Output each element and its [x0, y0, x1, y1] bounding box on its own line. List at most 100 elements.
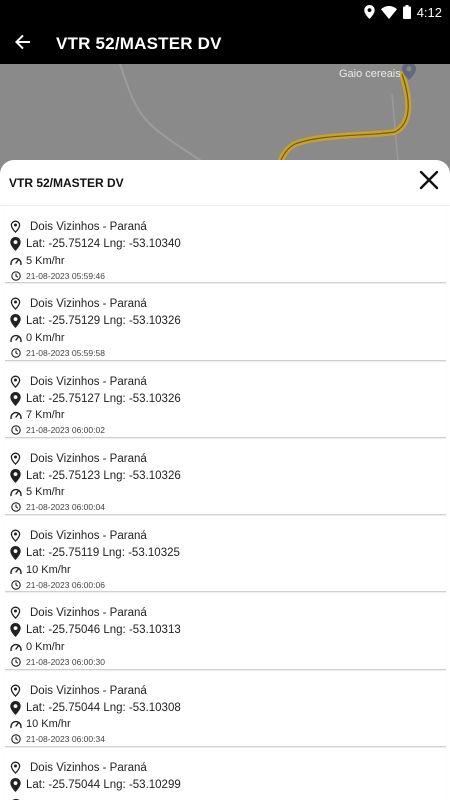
- coords-row: Lat: -25.75119 Lng: -53.10325: [9, 545, 446, 561]
- place-text: Dois Vizinhos - Paraná: [30, 762, 147, 775]
- place-row: Dois Vizinhos - Paraná: [9, 295, 446, 313]
- place-text: Dois Vizinhos - Paraná: [30, 684, 147, 697]
- location-icon: [363, 5, 375, 19]
- speed-text: 10 Km/hr: [26, 718, 71, 731]
- time-text: 21-08-2023 06:00:06: [26, 579, 105, 590]
- coords-row: Lat: -25.75129 Lng: -53.10326: [9, 313, 446, 329]
- pin-outline-icon: [9, 297, 22, 311]
- clock-icon: [9, 734, 22, 745]
- map-place-label[interactable]: Gaio cereais: [339, 68, 401, 80]
- speed-row: 5 Km/hr: [9, 252, 446, 269]
- history-item[interactable]: Dois Vizinhos - Paraná Lat: -25.75119 Ln…: [5, 515, 446, 593]
- speed-row: 7 Km/hr: [9, 407, 446, 424]
- battery-icon: [402, 5, 411, 19]
- coords-row: Lat: -25.75044 Lng: -53.10308: [9, 700, 446, 716]
- close-button[interactable]: [414, 168, 444, 198]
- sheet-header: VTR 52/MASTER DV: [0, 160, 450, 206]
- history-item[interactable]: Dois Vizinhos - Paraná Lat: -25.75129 Ln…: [5, 283, 446, 361]
- coords-row: Lat: -25.75127 Lng: -53.10326: [9, 391, 446, 407]
- pin-icon: [9, 391, 22, 406]
- speed-text: 10 Km/hr: [26, 563, 71, 576]
- app-bar: VTR 52/MASTER DV: [0, 24, 450, 64]
- history-item[interactable]: Dois Vizinhos - Paraná Lat: -25.75123 Ln…: [5, 438, 446, 516]
- coords-row: Lat: -25.75046 Lng: -53.10313: [9, 622, 446, 638]
- pin-icon: [9, 623, 22, 638]
- sheet-title: VTR 52/MASTER DV: [9, 175, 124, 190]
- speed-text: 7 Km/hr: [26, 409, 65, 422]
- clock-icon: [9, 657, 22, 667]
- history-list[interactable]: Dois Vizinhos - Paraná Lat: -25.75124 Ln…: [0, 206, 450, 800]
- place-row: Dois Vizinhos - Paraná: [9, 759, 446, 777]
- place-row: Dois Vizinhos - Paraná: [9, 218, 446, 236]
- speedometer-icon: [9, 797, 22, 800]
- speedometer-icon: [9, 565, 22, 575]
- pin-icon: [9, 778, 22, 793]
- speedometer-icon: [9, 487, 22, 497]
- status-bar: 4:12: [0, 0, 450, 24]
- time-row: 21-08-2023 06:00:06: [9, 578, 446, 591]
- pin-outline-icon: [9, 375, 22, 389]
- history-item[interactable]: Dois Vizinhos - Paraná Lat: -25.75127 Ln…: [5, 361, 446, 438]
- pin-icon: [9, 314, 22, 329]
- pin-icon: [9, 468, 22, 483]
- close-icon: [419, 170, 439, 195]
- place-row: Dois Vizinhos - Paraná: [9, 604, 446, 622]
- speed-text: 5 Km/hr: [26, 254, 65, 267]
- speed-row: 5 Km/hr: [9, 484, 446, 501]
- time-text: 21-08-2023 05:59:46: [26, 270, 105, 281]
- pin-outline-icon: [9, 761, 22, 775]
- clock-icon: [9, 270, 22, 281]
- speed-row: [9, 793, 446, 800]
- history-item[interactable]: Dois Vizinhos - Paraná Lat: -25.75044 Ln…: [5, 670, 446, 748]
- place-row: Dois Vizinhos - Paraná: [9, 527, 446, 545]
- back-button[interactable]: [0, 24, 46, 64]
- speed-row: 0 Km/hr: [9, 329, 446, 346]
- coords-text: Lat: -25.75127 Lng: -53.10326: [26, 392, 181, 405]
- time-row: 21-08-2023 05:59:58: [9, 346, 446, 359]
- pin-icon: [9, 546, 22, 561]
- pin-outline-icon: [9, 684, 22, 698]
- pin-outline-icon: [9, 606, 22, 620]
- place-text: Dois Vizinhos - Paraná: [30, 375, 147, 388]
- time-text: 21-08-2023 06:00:30: [26, 656, 105, 667]
- speedometer-icon: [9, 333, 22, 343]
- place-text: Dois Vizinhos - Paraná: [30, 530, 147, 543]
- pin-outline-icon: [9, 529, 22, 543]
- time-row: 21-08-2023 06:00:30: [9, 655, 446, 668]
- status-time: 4:12: [416, 4, 442, 20]
- pin-icon: [9, 700, 22, 715]
- coords-row: Lat: -25.75044 Lng: -53.10299: [9, 777, 446, 793]
- time-text: 21-08-2023 05:59:58: [26, 347, 105, 358]
- place-text: Dois Vizinhos - Paraná: [30, 607, 147, 620]
- clock-icon: [9, 348, 22, 358]
- pin-outline-icon: [9, 220, 22, 234]
- coords-text: Lat: -25.75044 Lng: -53.10308: [26, 701, 181, 714]
- speed-text: 5 Km/hr: [26, 486, 65, 499]
- history-item[interactable]: Dois Vizinhos - Paraná Lat: -25.75046 Ln…: [5, 592, 446, 670]
- place-text: Dois Vizinhos - Paraná: [30, 221, 147, 233]
- speedometer-icon: [9, 642, 22, 652]
- coords-text: Lat: -25.75129 Lng: -53.10326: [26, 315, 181, 328]
- coords-text: Lat: -25.75119 Lng: -53.10325: [26, 547, 180, 560]
- clock-icon: [9, 425, 22, 435]
- screen: 4:12 VTR 52/MASTER DV Gaio cereais VTR 5…: [0, 0, 450, 800]
- speed-row: 0 Km/hr: [9, 638, 446, 655]
- time-row: 21-08-2023 06:00:04: [9, 501, 446, 514]
- pin-icon: [9, 237, 22, 251]
- coords-text: Lat: -25.75124 Lng: -53.10340: [26, 238, 181, 250]
- speedometer-icon: [9, 256, 22, 266]
- time-row: 21-08-2023 06:00:02: [9, 424, 446, 437]
- time-text: 21-08-2023 06:00:04: [26, 502, 105, 513]
- place-row: Dois Vizinhos - Paraná: [9, 450, 446, 468]
- clock-icon: [9, 502, 22, 513]
- coords-text: Lat: -25.75123 Lng: -53.10326: [26, 469, 181, 482]
- speed-text: 0 Km/hr: [26, 640, 65, 653]
- history-item[interactable]: Dois Vizinhos - Paraná Lat: -25.75044 Ln…: [5, 747, 446, 800]
- pin-outline-icon: [9, 452, 22, 466]
- speed-row: 10 Km/hr: [9, 716, 446, 733]
- history-item[interactable]: Dois Vizinhos - Paraná Lat: -25.75124 Ln…: [5, 206, 446, 284]
- time-text: 21-08-2023 06:00:34: [26, 734, 105, 745]
- page-title: VTR 52/MASTER DV: [56, 34, 222, 53]
- speed-row: 10 Km/hr: [9, 561, 446, 578]
- place-row: Dois Vizinhos - Paraná: [9, 373, 446, 391]
